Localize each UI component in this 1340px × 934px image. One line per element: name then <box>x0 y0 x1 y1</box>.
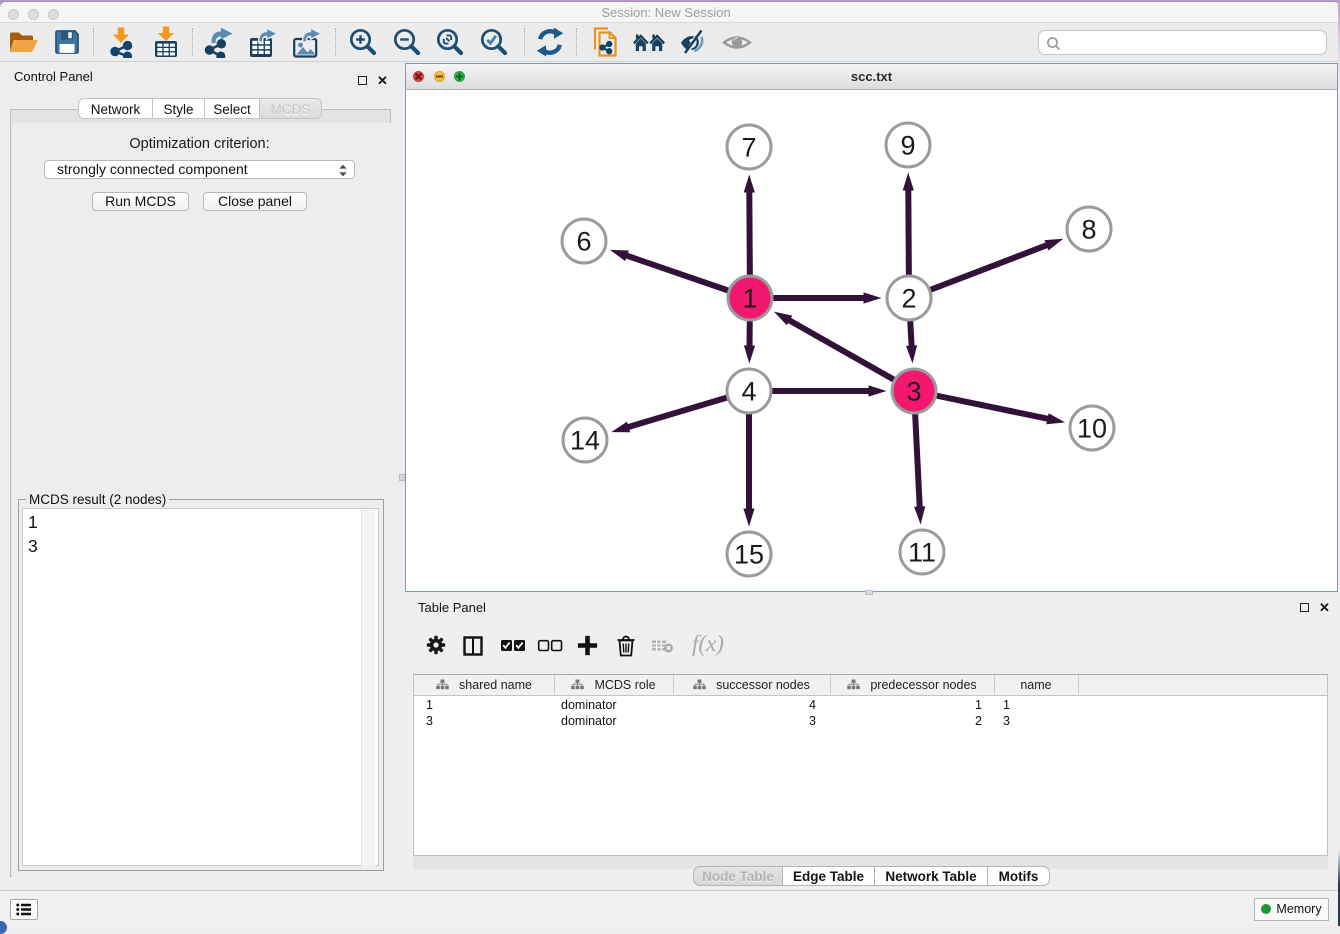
svg-text:9: 9 <box>900 131 915 161</box>
svg-text:11: 11 <box>908 538 936 568</box>
svg-text:4: 4 <box>741 377 756 407</box>
svg-text:10: 10 <box>1077 414 1107 444</box>
svg-text:15: 15 <box>734 540 764 570</box>
svg-text:1: 1 <box>742 284 757 314</box>
svg-text:3: 3 <box>906 377 921 407</box>
svg-text:7: 7 <box>741 133 756 163</box>
svg-text:8: 8 <box>1081 215 1096 245</box>
svg-text:2: 2 <box>901 284 916 314</box>
svg-text:14: 14 <box>570 426 600 456</box>
svg-text:6: 6 <box>576 227 591 257</box>
